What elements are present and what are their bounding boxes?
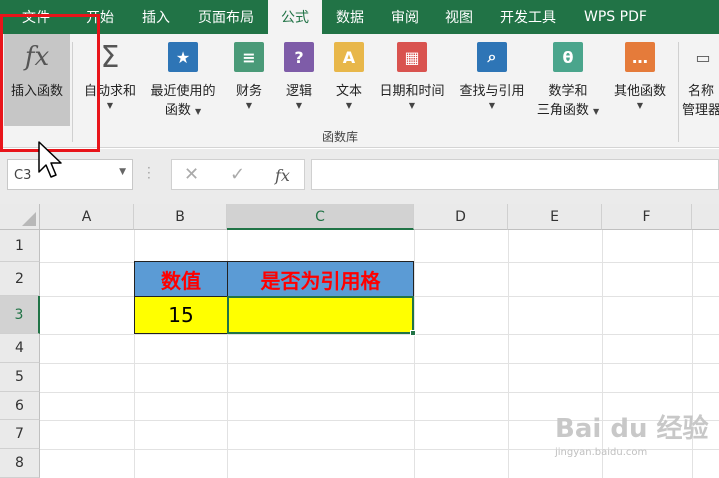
separator bbox=[678, 42, 679, 142]
highlight-box bbox=[0, 14, 100, 152]
cell-b3[interactable]: 15 bbox=[134, 296, 228, 334]
row-header-2[interactable]: 2 bbox=[0, 262, 40, 296]
select-all-button[interactable] bbox=[0, 204, 40, 230]
chevron-down-icon: ▼ bbox=[295, 101, 303, 110]
check-icon[interactable]: ✓ bbox=[230, 164, 245, 185]
function-library-label: 函数库 bbox=[321, 130, 358, 144]
formula-buttons: ✕ ✓ fx bbox=[171, 159, 305, 190]
question-book-icon: ? bbox=[284, 42, 314, 72]
chevron-down-icon: ▼ bbox=[245, 101, 253, 110]
row-header-8[interactable]: 8 bbox=[0, 449, 40, 478]
cell-b2[interactable]: 数值 bbox=[134, 261, 228, 297]
cell-c3-selected[interactable] bbox=[227, 296, 414, 334]
gridline bbox=[414, 230, 415, 478]
tab-page-layout[interactable]: 页面布局 bbox=[184, 0, 268, 34]
col-header-g[interactable] bbox=[692, 204, 719, 230]
row-header-5[interactable]: 5 bbox=[0, 363, 40, 392]
cancel-icon[interactable]: ✕ bbox=[184, 164, 199, 185]
name-mgr-label-1: 名称 bbox=[688, 84, 715, 99]
mouse-cursor-icon bbox=[38, 141, 62, 178]
chevron-down-icon: ▼ bbox=[488, 101, 496, 110]
math-trig-button[interactable]: θ 数学和 三角函数 ▼ bbox=[534, 34, 602, 126]
fx-icon[interactable]: fx bbox=[275, 166, 290, 185]
financial-label: 财务 bbox=[235, 84, 262, 99]
recent-label-2: 函数 ▼ bbox=[164, 103, 202, 118]
chevron-down-icon: ▼ bbox=[345, 101, 353, 110]
tab-data[interactable]: 数据 bbox=[322, 0, 378, 34]
name-box-value: C3 bbox=[14, 168, 32, 183]
theta-book-icon: θ bbox=[553, 42, 583, 72]
more-functions-button[interactable]: … 其他函数 ▼ bbox=[608, 34, 672, 126]
baidu-watermark: Bai du 经验 jingyan.baidu.com bbox=[555, 408, 709, 458]
tab-insert[interactable]: 插入 bbox=[128, 0, 184, 34]
recent-label-1: 最近使用的 bbox=[150, 84, 216, 99]
col-header-d[interactable]: D bbox=[414, 204, 508, 230]
datetime-label: 日期和时间 bbox=[379, 84, 445, 99]
math-label-1: 数学和 bbox=[548, 84, 588, 99]
drag-handle-icon[interactable]: · · · bbox=[147, 162, 151, 184]
chevron-down-icon: ▼ bbox=[636, 101, 644, 110]
watermark-brand: Bai du 经验 bbox=[555, 414, 709, 444]
row-header-4[interactable]: 4 bbox=[0, 334, 40, 363]
logical-button[interactable]: ? 逻辑 ▼ bbox=[278, 34, 320, 126]
star-book-icon: ★ bbox=[168, 42, 198, 72]
tab-view[interactable]: 视图 bbox=[432, 0, 486, 34]
gridline bbox=[40, 392, 719, 393]
tab-review[interactable]: 审阅 bbox=[378, 0, 432, 34]
chevron-down-icon[interactable]: ▼ bbox=[119, 167, 126, 177]
lookup-label: 查找与引用 bbox=[459, 84, 525, 99]
fill-handle[interactable] bbox=[410, 330, 416, 336]
gridline bbox=[40, 334, 719, 335]
math-label-2: 三角函数 ▼ bbox=[536, 103, 600, 118]
logical-label: 逻辑 bbox=[285, 84, 312, 99]
col-header-a[interactable]: A bbox=[40, 204, 134, 230]
tab-formulas[interactable]: 公式 bbox=[268, 0, 322, 34]
datetime-button[interactable]: ▦ 日期和时间 ▼ bbox=[374, 34, 450, 126]
menu-bar: 文件 开始 插入 页面布局 公式 数据 审阅 视图 开发工具 WPS PDF bbox=[0, 0, 719, 34]
formula-input[interactable] bbox=[311, 159, 719, 190]
text-label: 文本 bbox=[335, 84, 362, 99]
name-box[interactable]: C3 ▼ bbox=[7, 159, 133, 190]
tab-wps-pdf[interactable]: WPS PDF bbox=[570, 0, 661, 34]
magnifier-book-icon: ⌕ bbox=[477, 42, 507, 72]
formula-bar: C3 ▼ · · · ✕ ✓ fx bbox=[0, 149, 719, 204]
col-header-c[interactable]: C bbox=[227, 204, 414, 230]
row-header-7[interactable]: 7 bbox=[0, 420, 40, 449]
cell-c2[interactable]: 是否为引用格 bbox=[227, 261, 414, 297]
coins-book-icon: ≡ bbox=[234, 42, 264, 72]
tab-developer[interactable]: 开发工具 bbox=[486, 0, 570, 34]
col-header-e[interactable]: E bbox=[508, 204, 602, 230]
lookup-button[interactable]: ⌕ 查找与引用 ▼ bbox=[454, 34, 530, 126]
text-book-icon: A bbox=[334, 42, 364, 72]
financial-button[interactable]: ≡ 财务 ▼ bbox=[228, 34, 270, 126]
name-mgr-label-2: 管理器 bbox=[682, 103, 719, 118]
row-header-1[interactable]: 1 bbox=[0, 230, 40, 262]
row-header-6[interactable]: 6 bbox=[0, 392, 40, 420]
chevron-down-icon: ▼ bbox=[106, 101, 114, 110]
text-button[interactable]: A 文本 ▼ bbox=[328, 34, 370, 126]
gridline bbox=[508, 230, 509, 478]
watermark-url: jingyan.baidu.com bbox=[555, 447, 648, 458]
col-header-f[interactable]: F bbox=[602, 204, 692, 230]
recent-functions-button[interactable]: ★ 最近使用的 函数 ▼ bbox=[144, 34, 222, 126]
col-header-b[interactable]: B bbox=[134, 204, 227, 230]
gridline bbox=[40, 363, 719, 364]
name-tag-icon: ▭ bbox=[695, 47, 711, 67]
ribbon: fx 插入函数 Σ 自动求和 ▼ ★ 最近使用的 函数 ▼ ≡ 财务 ▼ ? 逻… bbox=[0, 34, 719, 148]
name-manager-button[interactable]: ▭ 名称 管理器 bbox=[682, 34, 719, 126]
more-label: 其他函数 bbox=[613, 84, 666, 99]
more-book-icon: … bbox=[625, 42, 655, 72]
chevron-down-icon: ▼ bbox=[408, 101, 416, 110]
calendar-book-icon: ▦ bbox=[397, 42, 427, 72]
row-header-3[interactable]: 3 bbox=[0, 296, 40, 334]
